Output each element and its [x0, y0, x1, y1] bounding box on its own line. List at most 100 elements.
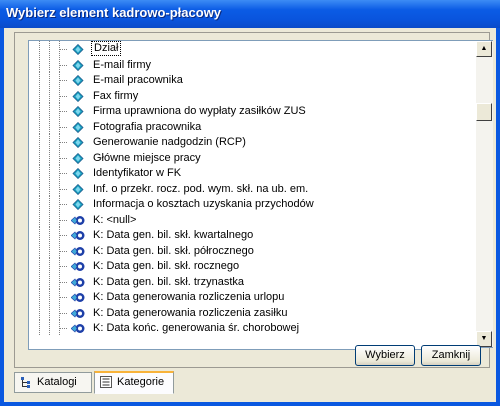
tree-item-label: K: Data gen. bil. skł. trzynastka — [93, 275, 245, 288]
element-tree[interactable]: Dział E-mail firmy E-mail pracownika Fax fi… — [28, 40, 478, 350]
tab-strip: Katalogi Kategorie — [14, 371, 488, 396]
tree-branch-line — [60, 250, 68, 252]
tree-item[interactable]: E-mail firmy — [29, 56, 477, 72]
tree-item[interactable]: Dział — [29, 41, 477, 57]
tree-item[interactable]: K: Data generowania rozliczenia urlopu — [29, 289, 477, 305]
tree-guide-line — [39, 273, 40, 289]
tree-guide-line — [39, 149, 40, 165]
key-field-icon — [71, 308, 85, 318]
tree-item[interactable]: Firma uprawniona do wypłaty zasiłków ZUS — [29, 103, 477, 119]
tree-branch-line — [60, 157, 68, 159]
tree-guide-line — [49, 304, 50, 320]
field-icon — [72, 106, 84, 117]
tree-guide-line — [49, 196, 50, 212]
tree-item[interactable]: K: Data generowania rozliczenia zasiłku — [29, 304, 477, 320]
dialog-client-area: Dział E-mail firmy E-mail pracownika Fax fi… — [4, 28, 496, 402]
tree-item-label: K: Data generowania rozliczenia zasiłku — [93, 306, 288, 319]
window-title: Wybierz element kadrowo-płacowy — [6, 5, 222, 20]
tree-item-label: K: Data gen. bil. skł. półrocznego — [93, 244, 254, 257]
key-field-icon — [71, 246, 85, 256]
scroll-up-button[interactable]: ▲ — [476, 41, 492, 57]
tree-item-label: Identyfikator w FK — [93, 167, 182, 179]
tree-guide-line — [49, 103, 50, 119]
tab-katalogi[interactable]: Katalogi — [14, 372, 92, 393]
tree-branch-line — [60, 80, 68, 81]
close-button-label: Zamknij — [431, 349, 471, 361]
tree-guide-line — [39, 165, 40, 181]
tree-guide-line — [39, 196, 40, 212]
tree-item[interactable]: K: Data gen. bil. skł. rocznego — [29, 258, 477, 274]
tree-item-label: Informacja o kosztach uzyskania przychod… — [93, 198, 314, 210]
tree-item[interactable]: Identyfikator w FK — [29, 165, 477, 181]
key-field-icon — [71, 231, 85, 240]
close-button[interactable]: Zamknij — [421, 345, 481, 366]
key-field-icon — [71, 324, 85, 333]
tree-branch-line — [60, 328, 68, 329]
tree-guide-line — [39, 103, 40, 119]
title-bar[interactable]: Wybierz element kadrowo-płacowy — [0, 0, 500, 28]
tree-guide-line — [49, 134, 50, 150]
field-icon — [72, 199, 84, 210]
tree-guide-line — [49, 56, 50, 72]
field-icon — [72, 75, 84, 86]
tree-guide-line — [39, 87, 40, 103]
tree-item[interactable]: Informacja o kosztach uzyskania przychod… — [29, 196, 477, 212]
tree-guide-line — [39, 304, 40, 320]
tree-item[interactable]: Fax firmy — [29, 87, 477, 103]
tree-branch-line — [60, 111, 68, 112]
tab-katalogi-label: Katalogi — [37, 376, 77, 388]
tree-guide-line — [39, 180, 40, 196]
tree-branch-line — [60, 235, 68, 236]
key-field-icon — [71, 293, 85, 302]
tree-item[interactable]: K: Data gen. bil. skł. półrocznego — [29, 242, 477, 258]
tree-guide-line — [39, 118, 40, 134]
tree-item[interactable]: K: Data końc. generowania śr. chorobowej — [29, 320, 477, 336]
tree-item[interactable]: Generowanie nadgodzin (RCP) — [29, 134, 477, 150]
tree-item-label: Fax firmy — [93, 89, 139, 102]
tree-guide-line — [49, 72, 50, 88]
select-button[interactable]: Wybierz — [355, 345, 415, 366]
tree-item[interactable]: Fotografia pracownika — [29, 118, 477, 134]
tree-guide-line — [39, 72, 40, 88]
tree-item[interactable]: K: Data gen. bil. skł. trzynastka — [29, 273, 477, 289]
tree-item[interactable]: Główne miejsce pracy — [29, 149, 477, 165]
tree-guide-line — [39, 41, 40, 57]
field-icon — [72, 137, 84, 148]
tree-guide-line — [39, 227, 40, 243]
tree-item-label: Firma uprawniona do wypłaty zasiłków ZUS — [93, 105, 306, 117]
field-icon — [72, 183, 84, 195]
tree-branch-line — [60, 126, 68, 128]
tree-item[interactable]: K: <null> — [29, 211, 477, 227]
tree-guide-line — [49, 165, 50, 181]
tree-item-label: Generowanie nadgodzin (RCP) — [93, 136, 246, 148]
tree-guide-line — [39, 242, 40, 258]
tree-item-label: K: Data generowania rozliczenia urlopu — [93, 291, 285, 303]
tree-branch-line — [60, 188, 68, 190]
tree-branch-line — [60, 173, 68, 174]
tree-guide-line — [49, 87, 50, 103]
tree-item[interactable]: E-mail pracownika — [29, 72, 477, 88]
tab-kategorie[interactable]: Kategorie — [94, 371, 174, 394]
dialog-window: Wybierz element kadrowo-płacowy Dział E-m… — [0, 0, 500, 406]
scroll-thumb[interactable] — [476, 103, 492, 121]
tree-guide-line — [39, 56, 40, 72]
tree-guide-line — [49, 273, 50, 289]
tree-item-label: Inf. o przekr. rocz. pod. wym. skł. na u… — [93, 182, 309, 195]
field-icon — [72, 152, 84, 164]
tree-guide-line — [39, 320, 40, 336]
tree-guide-line — [49, 258, 50, 274]
tree-branch-line — [60, 312, 68, 314]
tree-branch-line — [60, 142, 68, 143]
field-icon — [72, 90, 84, 102]
tree-icon — [21, 377, 30, 388]
tree-item-label: K: Data gen. bil. skł. rocznego — [93, 260, 240, 272]
tree-branch-line — [60, 49, 68, 50]
vertical-scrollbar[interactable]: ▲ ▼ — [476, 40, 493, 348]
tree-item[interactable]: Inf. o przekr. rocz. pod. wym. skł. na u… — [29, 180, 477, 196]
tree-guide-line — [49, 227, 50, 243]
tree-branch-line — [60, 204, 68, 205]
tree-item-label: Dział — [91, 41, 122, 56]
field-icon — [72, 168, 84, 179]
tree-branch-line — [60, 297, 68, 298]
tree-item[interactable]: K: Data gen. bil. skł. kwartalnego — [29, 227, 477, 243]
